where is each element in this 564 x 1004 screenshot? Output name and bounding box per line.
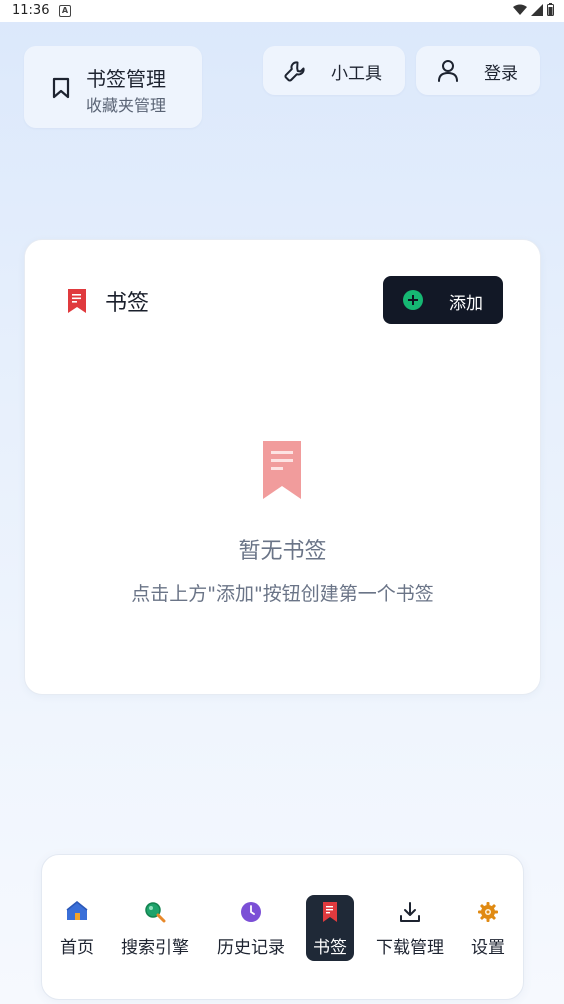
nav-item-home[interactable]: 首页 bbox=[54, 895, 100, 961]
nav-item-label: 书签 bbox=[313, 938, 347, 958]
nav-item-label: 下载管理 bbox=[376, 938, 444, 958]
home-icon bbox=[66, 900, 88, 925]
nav-item-label: 搜索引擎 bbox=[121, 938, 189, 958]
login-button[interactable]: 登录 bbox=[416, 46, 540, 95]
nav-item-settings[interactable]: 设置 bbox=[466, 895, 510, 961]
nav-item-downloads[interactable]: 下载管理 bbox=[372, 895, 448, 961]
nav-item-label: 首页 bbox=[60, 938, 94, 958]
add-icon bbox=[403, 290, 423, 310]
download-icon bbox=[399, 901, 421, 927]
wifi-icon bbox=[513, 4, 527, 15]
user-icon bbox=[437, 59, 459, 87]
nav-item-label: 设置 bbox=[471, 938, 505, 958]
status-bar: 11:36 A bbox=[0, 0, 564, 22]
bookmarks-section-title: 书签 bbox=[105, 291, 150, 316]
nav-item-search-engine[interactable]: 搜索引擎 bbox=[116, 895, 194, 961]
wrench-icon bbox=[283, 59, 307, 87]
tools-button[interactable]: 小工具 bbox=[263, 46, 405, 95]
search-icon bbox=[144, 901, 166, 927]
empty-bookmark-icon bbox=[262, 440, 302, 504]
bookmark-icon bbox=[322, 901, 338, 927]
login-button-label: 登录 bbox=[484, 64, 518, 84]
signal-icon bbox=[531, 3, 543, 16]
bookmarks-card: 书签 添加 暂无书签 点击上方"添加"按钮创建第一个书签 bbox=[24, 239, 541, 695]
tools-button-label: 小工具 bbox=[331, 64, 382, 84]
empty-state-title: 暂无书签 bbox=[238, 539, 327, 564]
status-time: 11:36 bbox=[12, 3, 50, 18]
bookmark-icon bbox=[67, 288, 87, 318]
app-subtitle: 收藏夹管理 bbox=[86, 96, 167, 115]
empty-state-hint: 点击上方"添加"按钮创建第一个书签 bbox=[131, 583, 434, 605]
app-title: 书签管理 bbox=[86, 67, 166, 91]
add-button-label: 添加 bbox=[449, 294, 483, 314]
settings-gear-icon bbox=[477, 901, 499, 927]
nav-item-label: 历史记录 bbox=[217, 938, 285, 958]
battery-icon bbox=[547, 3, 554, 16]
nav-item-history[interactable]: 历史记录 bbox=[212, 895, 290, 961]
notification-icon: A bbox=[59, 5, 71, 17]
bookmark-outline-icon bbox=[52, 77, 70, 103]
add-bookmark-button[interactable]: 添加 bbox=[383, 276, 503, 324]
bottom-navigation: 首页 搜索引擎 历史记录 书签 下载管理 设置 bbox=[41, 854, 524, 1000]
nav-item-bookmarks[interactable]: 书签 bbox=[306, 895, 354, 961]
status-icons bbox=[513, 3, 554, 16]
brand-card: 书签管理 收藏夹管理 bbox=[24, 46, 202, 128]
history-clock-icon bbox=[240, 901, 262, 927]
